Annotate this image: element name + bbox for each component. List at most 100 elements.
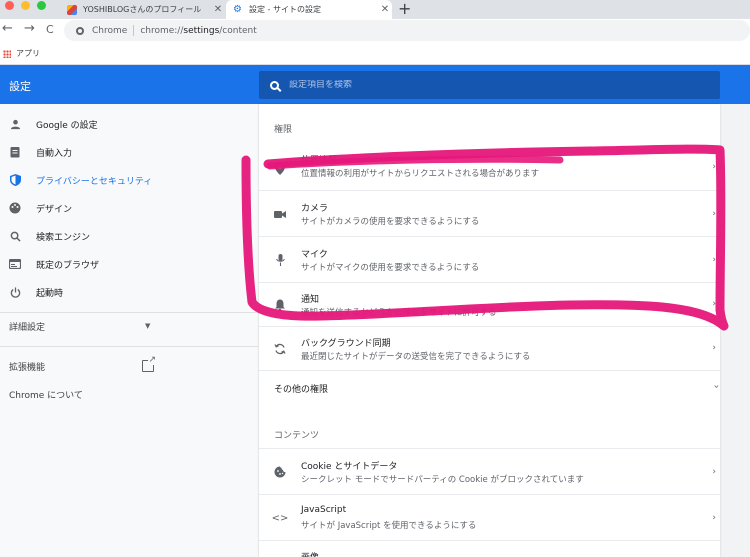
chevron-right-icon: › [712,162,716,172]
sidebar-item-default-browser[interactable]: 既定のブラウザ [0,250,258,278]
forward-button[interactable]: → [24,21,35,36]
sidebar-item-label: 自動入力 [36,148,73,159]
site-settings-panel: 権限 位置情報 位置情報の利用がサイトからリクエストされる場合があります › カ… [259,104,722,557]
browser-icon [9,258,21,270]
content-row-javascript[interactable]: <> JavaScript サイトが JavaScript を使用できるようにす… [259,494,720,540]
settings-search[interactable] [259,71,720,99]
apps-shortcut[interactable]: アプリ [3,48,40,59]
new-tab-button[interactable]: + [398,0,411,18]
sidebar-item-label: 起動時 [36,288,64,299]
advanced-settings-label: 詳細設定 [9,323,46,333]
settings-gear-icon: ⚙ [233,3,242,15]
site-chip: Chrome [92,25,128,36]
row-title: その他の権限 [274,385,329,395]
page-title: 設定 [9,80,31,93]
row-subtitle: 通知を送信するかどうかの確認をサイトに許可する [301,308,497,318]
sidebar-item-label: 拡張機能 [9,363,46,373]
close-window-button[interactable] [5,1,14,10]
address-bar[interactable]: Chrome chrome://settings/content [64,20,750,41]
sidebar-item-label: Google の設定 [36,120,98,131]
open-in-new-icon [142,355,156,372]
sidebar-item-label: 既定のブラウザ [36,260,100,271]
sidebar-item-search-engine[interactable]: 検索エンジン [0,222,258,250]
tab-title: YOSHIBLOGさんのプロフィール [83,5,202,14]
row-subtitle: 最近閉じたサイトがデータの送受信を完了できるようにする [301,352,531,362]
search-input[interactable] [289,80,669,90]
shield-icon [9,174,21,186]
chevron-right-icon: › [712,255,716,265]
chevron-right-icon: › [712,209,716,219]
content-row-cookies[interactable]: Cookie とサイトデータ シークレット モードでサードパーティの Cooki… [259,448,720,494]
sidebar-item-about-chrome[interactable]: Chrome について [0,384,258,404]
sync-icon [273,342,287,356]
divider [0,346,258,347]
permission-row-background-sync[interactable]: バックグラウンド同期 最近閉じたサイトがデータの送受信を完了できるようにする › [259,326,720,370]
chevron-right-icon: › [712,299,716,309]
maximize-window-button[interactable] [37,1,46,10]
sidebar-item-on-startup[interactable]: 起動時 [0,278,258,306]
chevron-down-icon: ▼ [145,322,151,330]
sidebar-item-privacy[interactable]: プライバシーとセキュリティ [0,166,258,194]
person-icon [9,118,21,130]
camera-icon [273,207,287,221]
permission-row-microphone[interactable]: マイク サイトがマイクの使用を要求できるようにする › [259,236,720,282]
chrome-site-icon [76,26,84,35]
more-permissions-toggle[interactable]: その他の権限 › [259,370,722,406]
back-button[interactable]: ← [2,21,13,36]
chevron-right-icon: › [712,467,716,477]
chevron-right-icon: › [712,513,716,523]
row-title: 画像 [301,550,319,557]
row-title: マイク [301,250,328,260]
sidebar-item-label: Chrome について [9,391,83,401]
tab-strip: YOSHIBLOGさんのプロフィール ✕ ⚙ 設定 - サイトの設定 ✕ + [0,0,750,19]
minimize-window-button[interactable] [21,1,30,10]
advanced-settings-toggle[interactable]: 詳細設定 ▼ [0,316,258,336]
palette-icon [9,202,21,214]
row-subtitle: サイトが JavaScript を使用できるようにする [301,521,477,531]
tab-title: 設定 - サイトの設定 [249,5,321,14]
row-title: Cookie とサイトデータ [301,462,398,472]
row-subtitle: サイトがマイクの使用を要求できるようにする [301,263,480,273]
yoshiblog-favicon-icon [67,4,77,15]
row-subtitle: シークレット モードでサードパーティの Cookie がブロックされています [301,475,584,485]
chevron-down-icon: › [710,384,722,389]
bell-icon [273,298,287,312]
sidebar-item-extensions[interactable]: 拡張機能 [0,355,258,376]
row-title: バックグラウンド同期 [301,339,391,349]
sidebar-item-google[interactable]: Google の設定 [0,110,258,138]
divider [133,25,135,36]
tab-yoshiblog[interactable]: YOSHIBLOGさんのプロフィール ✕ [60,0,225,19]
section-heading-content: コンテンツ [274,431,320,441]
power-icon [9,286,21,298]
sidebar-item-label: 検索エンジン [36,232,91,243]
url-text: chrome://settings/content [140,25,257,36]
row-title: 通知 [301,295,320,305]
permission-row-notifications[interactable]: 通知 通知を送信するかどうかの確認をサイトに許可する › [259,282,720,326]
close-tab-icon[interactable]: ✕ [211,4,225,15]
row-title: 位置情報 [301,156,338,166]
row-title: JavaScript [301,505,347,515]
search-icon [9,230,21,242]
sidebar-item-appearance[interactable]: デザイン [0,194,258,222]
reload-button[interactable]: C [46,23,54,36]
permission-row-location[interactable]: 位置情報 位置情報の利用がサイトからリクエストされる場合があります › [259,146,720,190]
mic-icon [273,253,287,267]
apps-grid-icon [3,49,11,58]
tab-settings[interactable]: ⚙ 設定 - サイトの設定 ✕ [226,0,392,19]
close-tab-icon[interactable]: ✕ [378,4,392,15]
code-icon: <> [271,512,289,524]
sidebar-item-label: デザイン [36,204,73,215]
clipboard-icon [9,146,21,158]
search-icon [270,80,279,90]
row-title: カメラ [301,204,329,214]
toolbar: ← → C Chrome chrome://settings/content [0,19,750,43]
cookie-icon [273,465,287,479]
permission-row-camera[interactable]: カメラ サイトがカメラの使用を要求できるようにする › [259,190,720,236]
chevron-right-icon: › [712,343,716,353]
content-row-images[interactable]: 画像 [259,540,720,557]
divider [0,312,258,313]
settings-sidebar: Google の設定 自動入力 プライバシーとセキュリティ デザイン 検索エンジ… [0,104,258,557]
location-icon [273,161,287,175]
sidebar-item-autofill[interactable]: 自動入力 [0,138,258,166]
row-subtitle: サイトがカメラの使用を要求できるようにする [301,217,480,227]
